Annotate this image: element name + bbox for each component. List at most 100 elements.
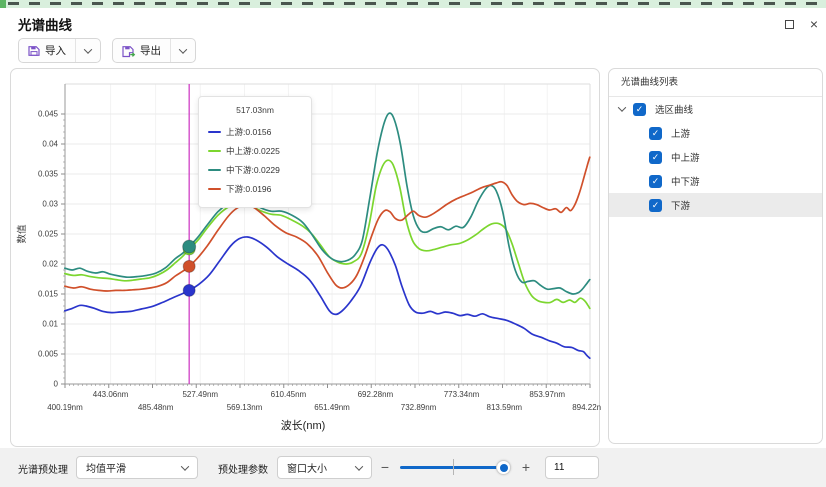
maximize-icon [785,20,794,29]
svg-text:0.045: 0.045 [38,110,59,119]
series-value: 0.0156 [245,127,271,137]
curve-list-panel: 光谱曲线列表 ✓ 选区曲线 ✓ 上游 ✓ 中上游 ✓ 中下游 ✓ 下游 [608,68,823,444]
export-label: 导出 [140,43,161,58]
chevron-down-icon [181,462,189,470]
tooltip-row: 中下游 : 0.0229 [208,160,302,179]
tree-node-label: 下游 [671,198,690,212]
check-icon: ✓ [652,128,660,139]
dialog-title: 光谱曲线 [18,14,72,34]
svg-text:0.02: 0.02 [42,260,58,269]
series-value: 0.0229 [254,165,280,175]
svg-text:0.005: 0.005 [38,350,59,359]
checkbox-shangyou[interactable]: ✓ [649,127,662,140]
export-dropdown-button[interactable] [170,39,195,62]
series-swatch-zhongshangyou [208,150,221,152]
tooltip-row: 下游 : 0.0196 [208,179,302,198]
chart-tooltip: 517.03nm 上游 : 0.0156 中上游 : 0.0225 中下游 : … [198,96,312,208]
preprocess-select[interactable]: 均值平滑 [76,456,198,479]
series-name: 下游 [226,183,243,195]
tree-node-zhongshangyou[interactable]: ✓ 中上游 [609,145,822,169]
series-swatch-zhongxiayou [208,169,221,171]
series-value: 0.0196 [245,184,271,194]
curve-list-header: 光谱曲线列表 [609,69,822,97]
svg-text:853.97nm: 853.97nm [529,390,565,399]
svg-text:692.28nm: 692.28nm [358,390,394,399]
import-button[interactable]: 导入 [19,39,75,62]
series-swatch-shangyou [208,131,221,133]
chevron-down-icon [179,45,187,53]
param-select[interactable]: 窗口大小 [277,456,372,479]
import-label: 导入 [45,43,66,58]
background-table-dashes [8,2,826,5]
slider-track[interactable] [400,466,508,470]
tooltip-title: 517.03nm [208,105,302,115]
svg-text:数值: 数值 [16,224,28,244]
background-window-strip [0,0,826,8]
svg-text:773.34nm: 773.34nm [444,390,480,399]
chevron-down-icon [84,45,92,53]
param-value: 窗口大小 [287,460,327,475]
export-button[interactable]: 导出 [113,39,170,62]
tree-node-shangyou[interactable]: ✓ 上游 [609,121,822,145]
slider-midpoint-tick [453,459,454,475]
tree-node-xiayou[interactable]: ✓ 下游 [609,193,822,217]
window-size-slider[interactable] [400,459,508,475]
preprocess-value: 均值平滑 [86,460,126,475]
expand-chevron-icon[interactable] [615,106,629,112]
cursor-marker-上游 [183,284,195,296]
import-icon [27,44,41,58]
checkbox-zhongshangyou[interactable]: ✓ [649,151,662,164]
check-icon: ✓ [652,200,660,211]
checkbox-xiayou[interactable]: ✓ [649,199,662,212]
svg-text:813.59nm: 813.59nm [487,403,523,412]
decrease-button[interactable]: − [379,459,391,475]
checkbox-zhongxiayou[interactable]: ✓ [649,175,662,188]
svg-text:0.035: 0.035 [38,170,59,179]
export-split-button: 导出 [112,38,196,63]
svg-text:0: 0 [54,380,59,389]
check-icon: ✓ [636,104,644,115]
window-size-input[interactable] [545,456,599,479]
import-dropdown-button[interactable] [75,39,100,62]
check-icon: ✓ [652,176,660,187]
svg-text:527.49nm: 527.49nm [182,390,218,399]
tree-node-label: 中下游 [671,174,700,188]
bottom-control-bar: 光谱预处理 均值平滑 预处理参数 窗口大小 − + [0,448,826,487]
svg-text:0.03: 0.03 [42,200,58,209]
maximize-button[interactable] [776,12,802,36]
svg-text:610.45nm: 610.45nm [271,390,307,399]
series-name: 中上游 [226,145,252,157]
chart-panel: 0 0.005 0.01 0.015 0.02 0.025 0.03 0.035 0.04 0.0… [10,68,600,447]
chevron-down-icon [355,462,363,470]
cursor-marker-下游 [183,260,195,272]
minus-icon: − [381,459,389,475]
series-name: 中下游 [226,164,252,176]
export-icon [121,44,136,58]
svg-text:0.01: 0.01 [42,320,58,329]
cursor-marker-中下游 [183,240,196,253]
plus-icon: + [522,459,530,475]
series-value: 0.0225 [254,146,280,156]
tree-node-zhongxiayou[interactable]: ✓ 中下游 [609,169,822,193]
tree-node-label: 上游 [671,126,690,140]
checkbox-selection-curves[interactable]: ✓ [633,103,646,116]
tree-node-selection-curves[interactable]: ✓ 选区曲线 [609,97,822,121]
svg-text:0.04: 0.04 [42,140,58,149]
close-button[interactable]: × [801,12,826,36]
curve-下游 [65,157,590,291]
series-name: 上游 [226,126,243,138]
svg-text:0.025: 0.025 [38,230,59,239]
svg-text:400.19nm: 400.19nm [47,403,83,412]
slider-thumb[interactable] [496,460,511,475]
preprocess-label: 光谱预处理 [18,461,68,476]
spectral-curve-dialog: 光谱曲线 × 导入 导出 [0,8,826,487]
param-label: 预处理参数 [218,461,268,476]
svg-text:651.49nm: 651.49nm [314,403,350,412]
close-icon: × [810,16,818,32]
svg-text:0.015: 0.015 [38,290,59,299]
svg-text:894.22nm: 894.22nm [572,403,601,412]
tooltip-row: 上游 : 0.0156 [208,122,302,141]
increase-button[interactable]: + [520,459,532,475]
check-icon: ✓ [652,152,660,163]
svg-text:569.13nm: 569.13nm [227,403,263,412]
